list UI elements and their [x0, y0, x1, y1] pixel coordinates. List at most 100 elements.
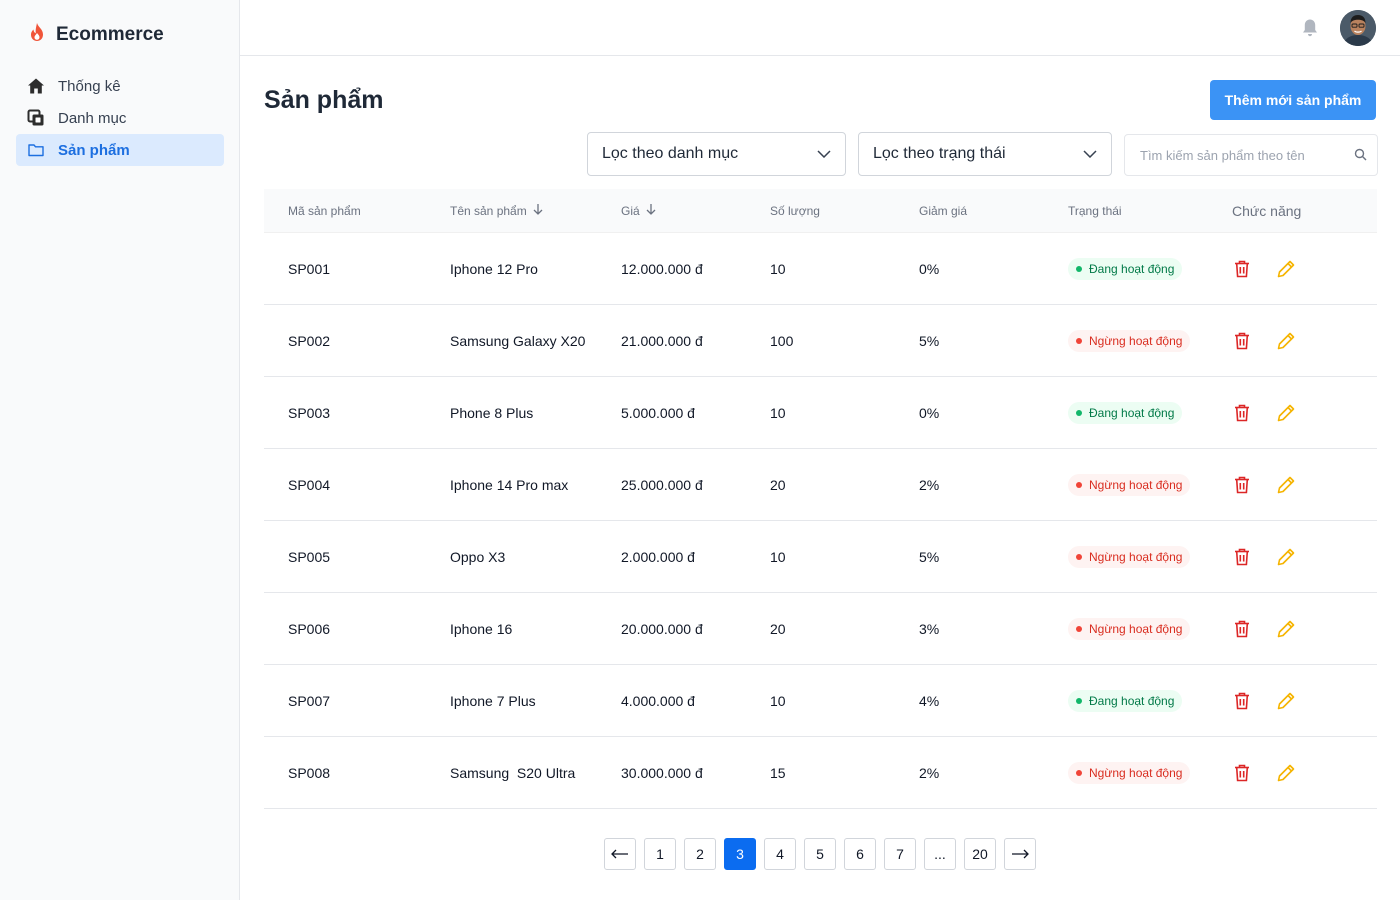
- trash-icon[interactable]: [1232, 547, 1252, 567]
- cell-name: Phone 8 Plus: [450, 404, 534, 421]
- table-row: SP004 Iphone 14 Pro max 25.000.000 đ 20 …: [264, 449, 1377, 521]
- trash-icon[interactable]: [1232, 331, 1252, 351]
- category-icon: [26, 108, 46, 128]
- page-button[interactable]: 6: [844, 838, 876, 870]
- search-box: [1124, 134, 1378, 176]
- cell-price: 5.000.000 đ: [621, 404, 695, 421]
- add-product-button[interactable]: Thêm mới sản phẩm: [1210, 80, 1376, 120]
- cell-quantity: 20: [770, 620, 786, 637]
- arrow-right-icon: [1011, 846, 1029, 862]
- trash-icon[interactable]: [1232, 475, 1252, 495]
- cell-actions: [1232, 521, 1377, 592]
- trash-icon[interactable]: [1232, 619, 1252, 639]
- cell-actions: [1232, 449, 1377, 520]
- cell-code: SP002: [288, 332, 331, 349]
- pencil-icon[interactable]: [1276, 475, 1296, 495]
- cell-status: Ngừng hoạt động: [1068, 305, 1232, 376]
- avatar[interactable]: [1340, 10, 1376, 46]
- table-row: SP006 Iphone 16 20.000.000 đ 20 3% Ngừng…: [264, 593, 1377, 665]
- cell-actions: [1232, 305, 1377, 376]
- header-name[interactable]: Tên sản phẩm: [450, 189, 621, 232]
- cell-actions: [1232, 593, 1377, 664]
- sidebar-nav: Thống kê Danh mục Sản phẩm: [16, 70, 224, 166]
- cell-discount: 5%: [919, 548, 940, 565]
- status-dot: [1076, 625, 1082, 632]
- trash-icon[interactable]: [1232, 763, 1252, 783]
- top-bar: [240, 0, 1400, 56]
- status-dot: [1076, 337, 1082, 344]
- pencil-icon[interactable]: [1276, 403, 1296, 423]
- page-button[interactable]: 1: [644, 838, 676, 870]
- status-badge: Đang hoạt động: [1068, 257, 1183, 280]
- page-button[interactable]: 7: [884, 838, 916, 870]
- status-filter-select[interactable]: Lọc theo trạng thái: [858, 132, 1112, 176]
- sidebar-item-label: Thống kê: [58, 77, 121, 95]
- status-badge: Đang hoạt động: [1068, 689, 1183, 712]
- pencil-icon[interactable]: [1276, 547, 1296, 567]
- cell-quantity: 15: [770, 764, 786, 781]
- page-button[interactable]: 20: [964, 838, 996, 870]
- page-list: 1 2 3 4 5 6 7... 20: [644, 838, 996, 870]
- cell-status: Ngừng hoạt động: [1068, 593, 1232, 664]
- arrow-down-icon[interactable]: [533, 203, 543, 218]
- cell-name: Iphone 14 Pro max: [450, 476, 569, 493]
- cell-status: Đang hoạt động: [1068, 233, 1232, 304]
- header-price[interactable]: Giá: [621, 189, 770, 232]
- sidebar-item-label: Danh mục: [58, 109, 127, 127]
- sidebar-item-san-pham[interactable]: Sản phẩm: [16, 134, 224, 166]
- cell-code: SP004: [288, 476, 331, 493]
- bell-icon[interactable]: [1301, 18, 1319, 43]
- page-button[interactable]: 3: [724, 838, 756, 870]
- cell-code: SP007: [288, 692, 331, 709]
- app-title: Ecommerce: [56, 23, 164, 45]
- pencil-icon[interactable]: [1276, 763, 1296, 783]
- page-button[interactable]: 2: [684, 838, 716, 870]
- sidebar-item-danh-muc[interactable]: Danh mục: [16, 102, 224, 134]
- status-badge: Ngừng hoạt động: [1068, 329, 1191, 352]
- chevron-down-icon: [1083, 145, 1097, 163]
- page-button[interactable]: 4: [764, 838, 796, 870]
- sidebar-item-label: Sản phẩm: [58, 141, 130, 159]
- cell-code: SP008: [288, 764, 331, 781]
- pencil-icon[interactable]: [1276, 691, 1296, 711]
- trash-icon[interactable]: [1232, 691, 1252, 711]
- cell-quantity: 10: [770, 260, 786, 277]
- trash-icon[interactable]: [1232, 403, 1252, 423]
- pencil-icon[interactable]: [1276, 259, 1296, 279]
- pencil-icon[interactable]: [1276, 619, 1296, 639]
- search-icon[interactable]: [1354, 148, 1367, 166]
- cell-discount: 5%: [919, 332, 940, 349]
- pagination: 1 2 3 4 5 6 7... 20: [604, 838, 1036, 870]
- cell-price: 4.000.000 đ: [621, 692, 695, 709]
- cell-status: Ngừng hoạt động: [1068, 521, 1232, 592]
- cell-code: SP005: [288, 548, 331, 565]
- table-row: SP002 Samsung Galaxy X20 21.000.000 đ 10…: [264, 305, 1377, 377]
- prev-page-button[interactable]: [604, 838, 636, 870]
- header-code: Mã sản phẩm: [288, 203, 361, 218]
- search-input[interactable]: [1125, 135, 1345, 175]
- cell-discount: 2%: [919, 764, 940, 781]
- brand[interactable]: Ecommerce: [28, 22, 164, 47]
- status-dot: [1076, 265, 1082, 272]
- trash-icon[interactable]: [1232, 259, 1252, 279]
- cell-status: Ngừng hoạt động: [1068, 449, 1232, 520]
- sidebar: Ecommerce Thống kê Danh mục Sản phẩm: [0, 0, 240, 900]
- cell-code: SP003: [288, 404, 331, 421]
- cell-name: Samsung Galaxy X20: [450, 332, 586, 349]
- row-actions: [1232, 763, 1296, 783]
- folder-icon: [26, 140, 46, 160]
- header-quantity: Số lượng: [770, 203, 820, 218]
- pencil-icon[interactable]: [1276, 331, 1296, 351]
- row-actions: [1232, 259, 1296, 279]
- cell-discount: 0%: [919, 260, 940, 277]
- cell-status: Đang hoạt động: [1068, 377, 1232, 448]
- category-filter-select[interactable]: Lọc theo danh mục: [587, 132, 846, 176]
- arrow-down-icon[interactable]: [646, 203, 656, 218]
- sidebar-item-thong-ke[interactable]: Thống kê: [16, 70, 224, 102]
- cell-discount: 2%: [919, 476, 940, 493]
- next-page-button[interactable]: [1004, 838, 1036, 870]
- cell-price: 21.000.000 đ: [621, 332, 703, 349]
- page-button[interactable]: 5: [804, 838, 836, 870]
- cell-actions: [1232, 377, 1377, 448]
- header-actions: Chức năng: [1232, 202, 1302, 219]
